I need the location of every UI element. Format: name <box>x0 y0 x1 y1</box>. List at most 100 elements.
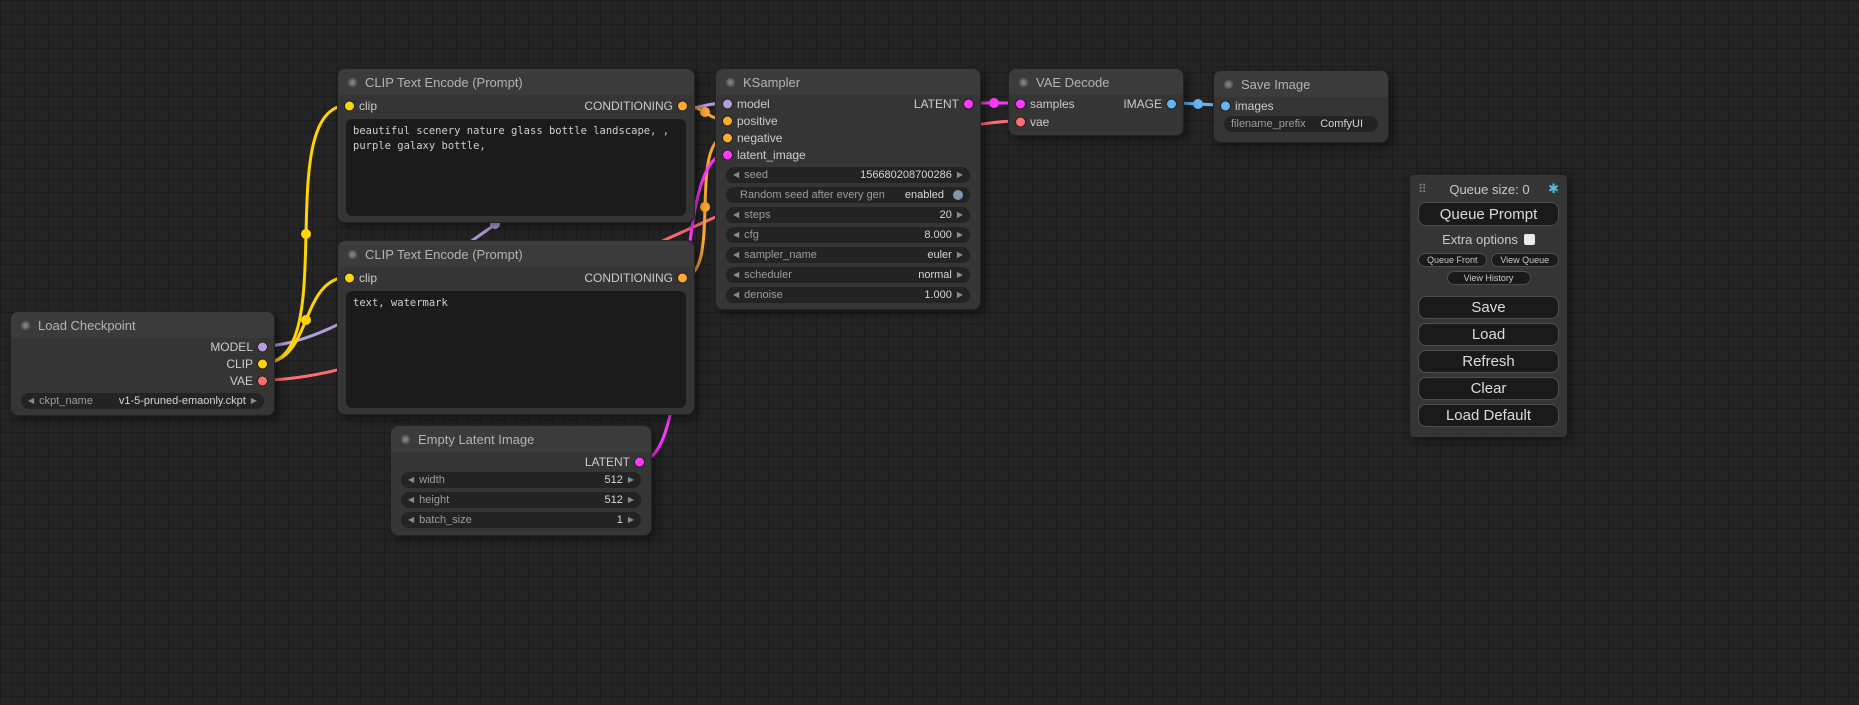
output-slot-model[interactable] <box>258 342 267 351</box>
output-slot-latent[interactable] <box>964 99 973 108</box>
slot-row-clip-conditioning: clip CONDITIONING <box>338 95 694 117</box>
widget-value: 1 <box>617 514 623 526</box>
node-title: VAE Decode <box>1036 75 1109 90</box>
extra-options-checkbox[interactable] <box>1524 234 1535 245</box>
output-slot-conditioning[interactable] <box>678 274 687 283</box>
decrement-arrow-icon[interactable]: ◀ <box>408 516 414 524</box>
widget-denoise[interactable]: ◀ denoise 1.000 ▶ <box>726 287 970 303</box>
input-label-clip: clip <box>359 99 377 113</box>
clear-button[interactable]: Clear <box>1418 377 1559 400</box>
increment-arrow-icon[interactable]: ▶ <box>957 291 963 299</box>
increment-arrow-icon[interactable]: ▶ <box>628 516 634 524</box>
output-slot-latent[interactable] <box>635 458 644 467</box>
node-header[interactable]: Save Image <box>1214 71 1388 97</box>
widget-width[interactable]: ◀ width 512 ▶ <box>401 472 641 488</box>
widget-random-seed-toggle[interactable]: Random seed after every gen enabled <box>726 187 970 203</box>
node-save-image[interactable]: Save Image images filename_prefix ComfyU… <box>1213 70 1389 143</box>
settings-gear-icon[interactable]: ✱ <box>1548 181 1559 197</box>
node-header[interactable]: Load Checkpoint <box>11 312 274 338</box>
collapse-toggle-icon[interactable] <box>21 321 30 330</box>
increment-arrow-icon[interactable]: ▶ <box>957 171 963 179</box>
widget-scheduler[interactable]: ◀ scheduler normal ▶ <box>726 267 970 283</box>
toggle-knob-icon[interactable] <box>953 190 963 200</box>
widget-ckpt-name[interactable]: ◀ ckpt_name v1-5-pruned-emaonly.ckpt ▶ <box>21 393 264 409</box>
slot-row-samples-image: samples IMAGE <box>1009 95 1183 113</box>
node-vae-decode[interactable]: VAE Decode samples IMAGE vae <box>1008 68 1184 136</box>
output-slot-conditioning[interactable] <box>678 102 687 111</box>
drag-handle-icon[interactable]: ⠿ <box>1418 182 1427 196</box>
collapse-toggle-icon[interactable] <box>1019 78 1028 87</box>
increment-arrow-icon[interactable]: ▶ <box>628 496 634 504</box>
output-row-latent: LATENT <box>391 452 651 472</box>
collapse-toggle-icon[interactable] <box>401 435 410 444</box>
queue-front-button[interactable]: Queue Front <box>1418 253 1487 267</box>
refresh-button[interactable]: Refresh <box>1418 350 1559 373</box>
increment-arrow-icon[interactable]: ▶ <box>628 476 634 484</box>
node-ksampler[interactable]: KSampler model LATENT positive negative … <box>715 68 981 310</box>
increment-arrow-icon[interactable]: ▶ <box>957 251 963 259</box>
decrement-arrow-icon[interactable]: ◀ <box>733 171 739 179</box>
queue-prompt-button[interactable]: Queue Prompt <box>1418 202 1559 226</box>
decrement-arrow-icon[interactable]: ◀ <box>733 271 739 279</box>
output-slot-clip[interactable] <box>258 359 267 368</box>
input-slot-clip[interactable] <box>345 102 354 111</box>
input-slot-latent-image[interactable] <box>723 150 732 159</box>
widget-cfg[interactable]: ◀ cfg 8.000 ▶ <box>726 227 970 243</box>
widget-height[interactable]: ◀ height 512 ▶ <box>401 492 641 508</box>
decrement-arrow-icon[interactable]: ◀ <box>408 476 414 484</box>
node-graph-canvas[interactable]: Load Checkpoint MODEL CLIP VAE ◀ ckpt_na… <box>0 0 1859 705</box>
widget-name: denoise <box>744 289 783 301</box>
input-slot-model[interactable] <box>723 99 732 108</box>
input-slot-images[interactable] <box>1221 101 1230 110</box>
node-header[interactable]: Empty Latent Image <box>391 426 651 452</box>
widget-name: height <box>419 494 449 506</box>
collapse-toggle-icon[interactable] <box>348 78 357 87</box>
widget-value: 20 <box>940 209 952 221</box>
collapse-toggle-icon[interactable] <box>1224 80 1233 89</box>
decrement-arrow-icon[interactable]: ◀ <box>28 397 34 405</box>
node-header[interactable]: VAE Decode <box>1009 69 1183 95</box>
input-slot-negative[interactable] <box>723 133 732 142</box>
widget-seed[interactable]: ◀ seed 156680208700286 ▶ <box>726 167 970 183</box>
load-button[interactable]: Load <box>1418 323 1559 346</box>
increment-arrow-icon[interactable]: ▶ <box>251 397 257 405</box>
node-header[interactable]: CLIP Text Encode (Prompt) <box>338 69 694 95</box>
widget-value: euler <box>927 249 951 261</box>
view-queue-button[interactable]: View Queue <box>1491 253 1560 267</box>
load-default-button[interactable]: Load Default <box>1418 404 1559 427</box>
output-slot-image[interactable] <box>1167 100 1176 109</box>
node-header[interactable]: CLIP Text Encode (Prompt) <box>338 241 694 267</box>
increment-arrow-icon[interactable]: ▶ <box>957 271 963 279</box>
decrement-arrow-icon[interactable]: ◀ <box>733 211 739 219</box>
prompt-textarea[interactable]: beautiful scenery nature glass bottle la… <box>346 119 686 216</box>
input-slot-clip[interactable] <box>345 274 354 283</box>
decrement-arrow-icon[interactable]: ◀ <box>733 291 739 299</box>
node-header[interactable]: KSampler <box>716 69 980 95</box>
output-row-vae: VAE <box>11 372 274 389</box>
increment-arrow-icon[interactable]: ▶ <box>957 211 963 219</box>
decrement-arrow-icon[interactable]: ◀ <box>408 496 414 504</box>
input-label-images: images <box>1235 99 1274 113</box>
node-empty-latent-image[interactable]: Empty Latent Image LATENT ◀ width 512 ▶ … <box>390 425 652 536</box>
view-history-button[interactable]: View History <box>1447 271 1531 285</box>
decrement-arrow-icon[interactable]: ◀ <box>733 251 739 259</box>
widget-filename-prefix[interactable]: filename_prefix ComfyUI <box>1224 116 1378 132</box>
widget-batch-size[interactable]: ◀ batch_size 1 ▶ <box>401 512 641 528</box>
input-slot-samples[interactable] <box>1016 100 1025 109</box>
node-load-checkpoint[interactable]: Load Checkpoint MODEL CLIP VAE ◀ ckpt_na… <box>10 311 275 416</box>
prompt-textarea[interactable]: text, watermark <box>346 291 686 408</box>
node-title: CLIP Text Encode (Prompt) <box>365 75 523 90</box>
save-button[interactable]: Save <box>1418 296 1559 319</box>
node-clip-text-encode-negative[interactable]: CLIP Text Encode (Prompt) clip CONDITION… <box>337 240 695 415</box>
widget-steps[interactable]: ◀ steps 20 ▶ <box>726 207 970 223</box>
widget-sampler-name[interactable]: ◀ sampler_name euler ▶ <box>726 247 970 263</box>
output-slot-vae[interactable] <box>258 376 267 385</box>
input-slot-positive[interactable] <box>723 116 732 125</box>
node-clip-text-encode-positive[interactable]: CLIP Text Encode (Prompt) clip CONDITION… <box>337 68 695 223</box>
increment-arrow-icon[interactable]: ▶ <box>957 231 963 239</box>
collapse-toggle-icon[interactable] <box>726 78 735 87</box>
decrement-arrow-icon[interactable]: ◀ <box>733 231 739 239</box>
widget-value: 1.000 <box>924 289 952 301</box>
collapse-toggle-icon[interactable] <box>348 250 357 259</box>
input-slot-vae[interactable] <box>1016 118 1025 127</box>
